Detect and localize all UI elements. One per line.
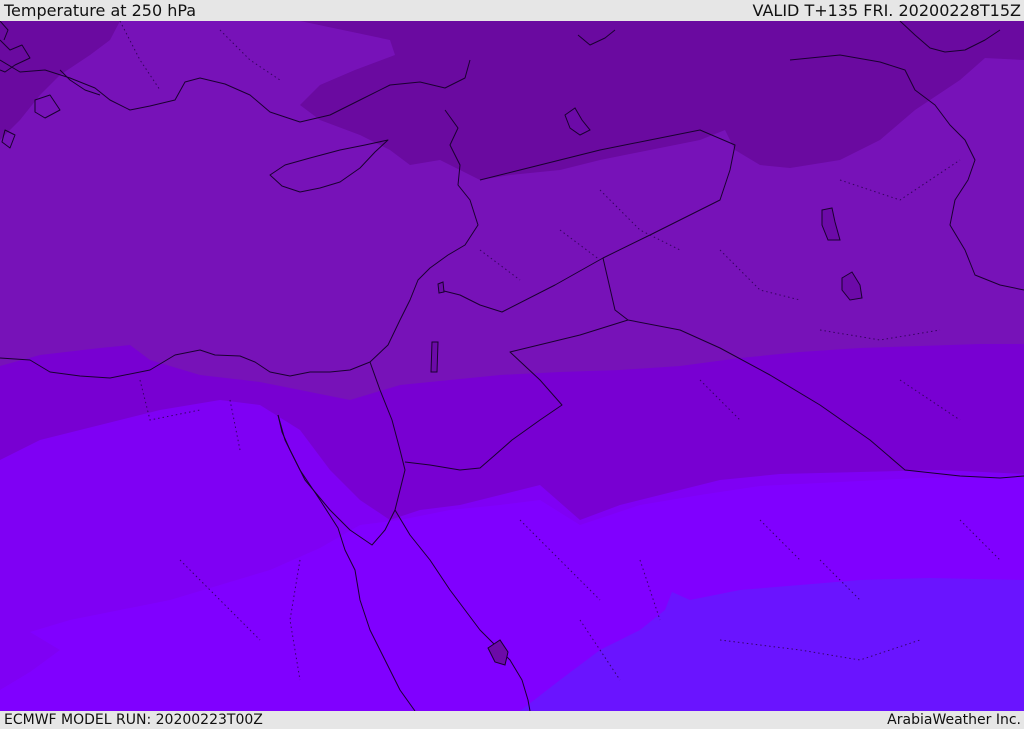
footer-bar: ECMWF MODEL RUN: 20200223T00Z ArabiaWeat… (0, 711, 1024, 729)
map-title: Temperature at 250 hPa (4, 1, 197, 20)
model-run: ECMWF MODEL RUN: 20200223T00Z (4, 712, 263, 728)
valid-time: VALID T+135 FRI. 20200228T15Z (752, 1, 1021, 20)
credit: ArabiaWeather Inc. (887, 712, 1021, 728)
sea-of-galilee (437, 281, 445, 294)
dead-sea (430, 341, 439, 373)
temperature-map (0, 21, 1024, 711)
header-bar: Temperature at 250 hPa VALID T+135 FRI. … (0, 0, 1024, 21)
